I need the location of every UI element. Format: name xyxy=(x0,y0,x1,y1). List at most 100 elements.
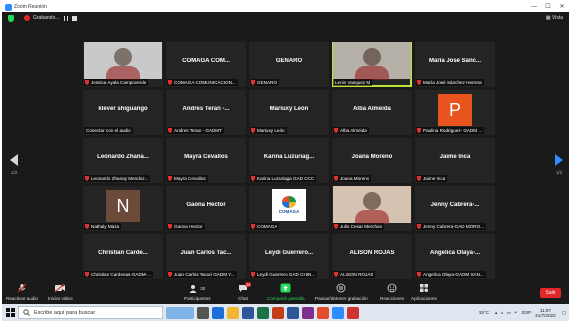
participant-tile[interactable]: Joana Moreno Joana Moreno xyxy=(332,138,412,183)
page-indicator-left: 1/2 xyxy=(11,170,18,175)
participant-tile[interactable]: Jenny Cabrera-... Jenny Cabrera-GAD MORO.… xyxy=(415,186,495,231)
chat-button[interactable]: 14 Chat xyxy=(238,282,252,301)
stop-recording-icon[interactable] xyxy=(72,15,78,21)
participant-video xyxy=(333,42,411,80)
participant-display-name: Andres Teran -... xyxy=(182,106,230,112)
participants-label: Participantes xyxy=(184,296,211,301)
participant-tile[interactable]: Jaime Inca Jaime Inca xyxy=(415,138,495,183)
reactions-label: Reacciones xyxy=(380,296,405,301)
minimize-button[interactable]: — xyxy=(527,2,541,12)
chat-unread-badge: 14 xyxy=(245,282,252,287)
notifications-icon[interactable]: ▢ xyxy=(562,310,566,316)
file-explorer-icon[interactable] xyxy=(227,306,239,319)
participant-tile[interactable]: Gaona Hector Gaona Hector xyxy=(166,186,246,231)
participant-tile[interactable]: Angelica Olaya-... Angelica Olaya-GADM SA… xyxy=(415,234,495,279)
participant-tile[interactable]: GENARO GENARO xyxy=(249,42,329,87)
participant-name-label: Andres Teran - GADMT xyxy=(167,127,224,134)
participant-avatar: P xyxy=(438,94,472,126)
muted-microphone-icon xyxy=(168,128,172,133)
tray-icons[interactable]: ▴ ◒ ▭ ◓ xyxy=(495,310,518,316)
excel-icon[interactable] xyxy=(257,306,269,319)
participant-tile[interactable]: ALISON ROJAS ALISON ROJAS xyxy=(332,234,412,279)
participant-name-label: Juan Carlos Tacuri GADM Y... xyxy=(167,271,237,278)
participant-tile[interactable]: Andres Teran -... Andres Teran - GADMT xyxy=(166,90,246,135)
participant-display-name: Angelica Olaya-... xyxy=(429,250,481,256)
participant-tile[interactable]: Julio Cesar Merchan xyxy=(332,186,412,231)
participant-tile[interactable]: María José Sánc... María José Sánchez Her… xyxy=(415,42,495,87)
zoom-taskbar-icon[interactable] xyxy=(332,306,344,319)
comaga-logo: COMAGA xyxy=(272,189,306,221)
participant-tile[interactable]: Alba Almeida Alba Almeida xyxy=(332,90,412,135)
participant-tile[interactable]: Christian Carde... Christian Cardenas-GAD… xyxy=(83,234,163,279)
participant-name: Conectar con el audio xyxy=(86,128,131,133)
participant-name: Leydi Guerrero GAD CHIN... xyxy=(257,272,316,277)
muted-microphone-icon xyxy=(417,224,421,229)
apps-button[interactable]: Aplicaciones xyxy=(411,283,437,301)
start-video-button[interactable]: Iniciar video xyxy=(48,283,73,301)
participants-button[interactable]: 30 Participantes xyxy=(184,283,211,301)
participant-name: ALISON ROJAS xyxy=(340,272,374,277)
app-icon[interactable] xyxy=(302,306,314,319)
reactions-button[interactable]: Reacciones xyxy=(380,283,404,301)
share-screen-icon xyxy=(280,283,291,293)
participant-tile[interactable]: P Paulina Rodriguez- GADM ... xyxy=(415,90,495,135)
clock[interactable]: 11:07 21/7/2022 xyxy=(535,308,555,318)
muted-microphone-icon xyxy=(85,224,89,229)
word-icon[interactable] xyxy=(287,306,299,319)
participant-display-name: ALISON ROJAS xyxy=(349,250,395,256)
close-button[interactable]: ✕ xyxy=(555,2,569,12)
chrome-icon[interactable] xyxy=(317,306,329,319)
participant-avatar: N xyxy=(106,190,140,222)
participant-tile[interactable]: klever shiguango Conectar con el audio xyxy=(83,90,163,135)
participant-name-label: ALISON ROJAS xyxy=(333,271,376,278)
share-screen-button[interactable]: Compartir pantalla xyxy=(267,283,305,301)
previous-page-arrow-icon[interactable] xyxy=(10,154,18,166)
participant-tile[interactable]: Lenin Vasquez M xyxy=(332,42,412,87)
apps-icon xyxy=(419,284,428,293)
powerpoint-icon[interactable] xyxy=(272,306,284,319)
start-button[interactable] xyxy=(2,304,18,321)
taskbar-search-box[interactable]: Escribe aquí para buscar xyxy=(18,306,163,319)
meeting-toolbar: Reactivar audio Iniciar video 30 Partici… xyxy=(2,281,569,304)
participant-display-name: Mariuxy León xyxy=(269,106,309,112)
store-icon[interactable] xyxy=(242,306,254,319)
clock-date: 21/7/2022 xyxy=(535,312,556,318)
participant-tile[interactable]: COMAGA COMAGA xyxy=(249,186,329,231)
participant-tile[interactable]: COMAGA COM... COMAGA COMUNICACION... xyxy=(166,42,246,87)
pause-stop-recording-button[interactable]: Pausar/detener grabación xyxy=(315,283,368,301)
task-view-icon[interactable] xyxy=(197,306,209,319)
participant-tile[interactable]: N Nathaly Maza xyxy=(83,186,163,231)
taskbar-pinned-picture-icon[interactable] xyxy=(166,306,194,319)
participant-name-label: Jaime Inca xyxy=(416,175,448,182)
participant-display-name: klever shiguango xyxy=(98,106,148,112)
participant-tile[interactable]: Jessica Ayala Campoverde xyxy=(83,42,163,87)
maximize-button[interactable]: ☐ xyxy=(541,2,555,12)
participant-tile[interactable]: Juan Carlos Tac... Juan Carlos Tacuri GAD… xyxy=(166,234,246,279)
leave-meeting-button[interactable]: Salir xyxy=(540,288,561,298)
participant-display-name: COMAGA COM... xyxy=(182,58,230,64)
edge-icon[interactable] xyxy=(212,306,224,319)
person-body xyxy=(355,66,389,80)
participant-tile[interactable]: Mariuxy León Mariuxy León xyxy=(249,90,329,135)
muted-microphone-icon xyxy=(85,272,89,277)
recording-status: Grabando... xyxy=(33,15,60,21)
participant-tile[interactable]: Karina Luzuriag... Karina Luzuriaga GAD C… xyxy=(249,138,329,183)
pause-recording-icon[interactable] xyxy=(64,15,69,21)
person-body xyxy=(106,66,140,80)
meeting-info-strip: Grabando... ▦ Vista xyxy=(2,12,569,24)
language-indicator[interactable]: ESP xyxy=(522,310,531,315)
participant-tile[interactable]: Leydi Guerrero... Leydi Guerrero GAD CHIN… xyxy=(249,234,329,279)
unmute-button[interactable]: Reactivar audio xyxy=(6,283,38,301)
muted-microphone-icon xyxy=(417,128,421,133)
participant-tile[interactable]: Leonardo Zhana... Leonardo Zhanay Mendoz.… xyxy=(83,138,163,183)
participant-name: Jaime Inca xyxy=(423,176,446,181)
view-button[interactable]: ▦ Vista xyxy=(546,15,563,21)
security-shield-icon[interactable] xyxy=(8,14,14,22)
participant-name-label: Mariuxy León xyxy=(250,127,287,134)
pdf-icon[interactable] xyxy=(347,306,359,319)
muted-microphone-icon xyxy=(168,224,172,229)
weather-temperature[interactable]: 15°C xyxy=(479,310,489,315)
next-page-arrow-icon[interactable] xyxy=(555,154,563,166)
participant-tile[interactable]: Mayra Cevallos Mayra Cevallos xyxy=(166,138,246,183)
participant-name: COMAGA xyxy=(257,224,278,229)
